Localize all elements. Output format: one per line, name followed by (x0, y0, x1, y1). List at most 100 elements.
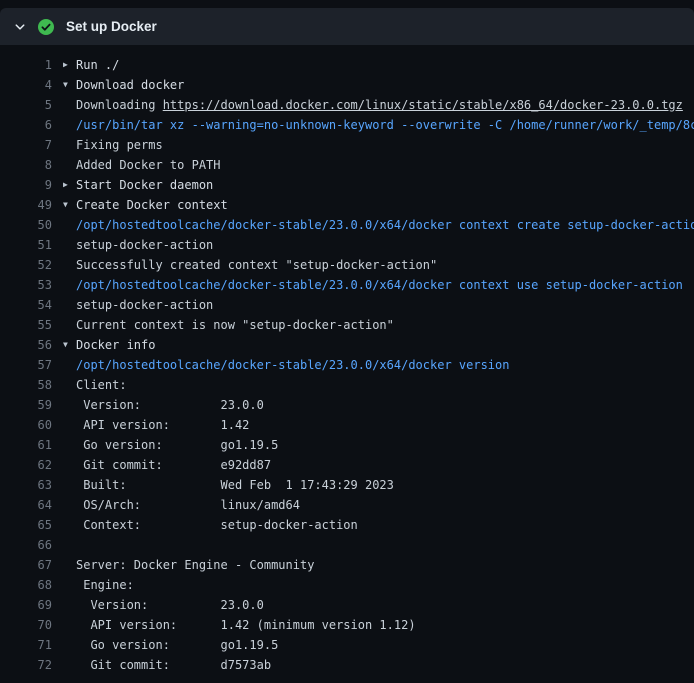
line-number[interactable]: 65 (0, 515, 52, 535)
line-number[interactable]: 61 (0, 435, 52, 455)
log-line[interactable]: 9 ▶Start Docker daemon (0, 175, 694, 195)
log-line: 70 API version: 1.42 (minimum version 1.… (0, 615, 694, 635)
line-number[interactable]: 4 (0, 75, 52, 95)
gutter-spacer (63, 95, 76, 115)
log-line[interactable]: 4 ▼Download docker (0, 75, 694, 95)
log-line: 71 Go version: go1.19.5 (0, 635, 694, 655)
log-lines: 1▶Run ./4▼Download docker5Downloading ht… (0, 45, 694, 683)
log-text: API version: 1.42 (76, 415, 249, 435)
log-text: Built: Wed Feb 1 17:43:29 2023 (76, 475, 394, 495)
line-number[interactable]: 62 (0, 455, 52, 475)
line-number[interactable]: 6 (0, 115, 52, 135)
line-number[interactable]: 63 (0, 475, 52, 495)
log-line: 7 Fixing perms (0, 135, 694, 155)
line-number[interactable]: 49 (0, 195, 52, 215)
log-text: Git commit: e92dd87 (76, 455, 271, 475)
log-group-title[interactable]: Create Docker context (76, 195, 228, 215)
line-number[interactable]: 56 (0, 335, 52, 355)
gutter-spacer (63, 155, 76, 175)
log-line: 8Added Docker to PATH (0, 155, 694, 175)
success-check-icon (38, 19, 54, 35)
line-number[interactable]: 68 (0, 575, 52, 595)
log-line: 64 OS/Arch: linux/amd64 (0, 495, 694, 515)
log-line[interactable]: 49 ▼Create Docker context (0, 195, 694, 215)
line-number[interactable]: 70 (0, 615, 52, 635)
gutter-spacer (63, 535, 76, 555)
log-line: 67Server: Docker Engine - Community (0, 555, 694, 575)
line-number[interactable]: 7 (0, 135, 52, 155)
gutter-spacer (63, 315, 76, 335)
log-line: 60 API version: 1.42 (0, 415, 694, 435)
line-number[interactable]: 58 (0, 375, 52, 395)
line-number[interactable]: 71 (0, 635, 52, 655)
line-number[interactable]: 66 (0, 535, 52, 555)
gutter-spacer (63, 115, 76, 135)
log-command: /usr/bin/tar xz --warning=no-unknown-key… (76, 115, 694, 135)
log-line: 6/usr/bin/tar xz --warning=no-unknown-ke… (0, 115, 694, 135)
log-line: 58Client: (0, 375, 694, 395)
line-number[interactable]: 9 (0, 175, 52, 195)
expand-triangle-icon[interactable]: ▶ (63, 175, 76, 195)
log-line: 72 Git commit: d7573ab (0, 655, 694, 675)
log-text: Engine: (76, 575, 134, 595)
gutter-spacer (63, 255, 76, 275)
gutter-spacer (63, 235, 76, 255)
log-line[interactable]: 56 ▼Docker info (0, 335, 694, 355)
log-text: Fixing perms (76, 135, 163, 155)
collapse-triangle-icon[interactable]: ▼ (63, 195, 76, 215)
log-line: 57/opt/hostedtoolcache/docker-stable/23.… (0, 355, 694, 375)
line-number[interactable]: 59 (0, 395, 52, 415)
line-number[interactable]: 52 (0, 255, 52, 275)
line-number[interactable]: 1 (0, 55, 52, 75)
log-text: Current context is now "setup-docker-act… (76, 315, 394, 335)
log-text: Successfully created context "setup-dock… (76, 255, 437, 275)
log-group-title[interactable]: Start Docker daemon (76, 175, 213, 195)
line-number[interactable]: 67 (0, 555, 52, 575)
log-command: /opt/hostedtoolcache/docker-stable/23.0.… (76, 355, 509, 375)
line-number[interactable]: 50 (0, 215, 52, 235)
line-number[interactable]: 64 (0, 495, 52, 515)
step-header[interactable]: Set up Docker (0, 8, 694, 45)
log-line: 62 Git commit: e92dd87 (0, 455, 694, 475)
expand-triangle-icon[interactable]: ▶ (63, 55, 76, 75)
gutter-spacer (63, 495, 76, 515)
log-group-title[interactable]: Docker info (76, 335, 155, 355)
gutter-spacer (63, 215, 76, 235)
line-number[interactable]: 5 (0, 95, 52, 115)
log-line: 68 Engine: (0, 575, 694, 595)
chevron-down-icon[interactable] (14, 21, 26, 33)
gutter-spacer (63, 475, 76, 495)
collapse-triangle-icon[interactable]: ▼ (63, 335, 76, 355)
gutter-spacer (63, 455, 76, 475)
log-text: Version: 23.0.0 (76, 395, 264, 415)
line-number[interactable]: 55 (0, 315, 52, 335)
log-group-title[interactable]: Run ./ (76, 55, 119, 75)
gutter-spacer (63, 355, 76, 375)
line-number[interactable]: 57 (0, 355, 52, 375)
log-line: 63 Built: Wed Feb 1 17:43:29 2023 (0, 475, 694, 495)
log-text: Go version: go1.19.5 (76, 435, 278, 455)
gutter-spacer (63, 295, 76, 315)
log-text: setup-docker-action (76, 235, 213, 255)
log-command: /opt/hostedtoolcache/docker-stable/23.0.… (76, 215, 694, 235)
line-number[interactable]: 53 (0, 275, 52, 295)
log-line[interactable]: 1 ▶Run ./ (0, 55, 694, 75)
log-line: 53/opt/hostedtoolcache/docker-stable/23.… (0, 275, 694, 295)
line-number[interactable]: 51 (0, 235, 52, 255)
log-line: 61 Go version: go1.19.5 (0, 435, 694, 455)
log-link[interactable]: https://download.docker.com/linux/static… (163, 98, 683, 112)
gutter-spacer (63, 635, 76, 655)
gutter-spacer (63, 135, 76, 155)
line-number[interactable]: 72 (0, 655, 52, 675)
collapse-triangle-icon[interactable]: ▼ (63, 75, 76, 95)
gutter-spacer (63, 415, 76, 435)
log-line: 50/opt/hostedtoolcache/docker-stable/23.… (0, 215, 694, 235)
log-line: 54setup-docker-action (0, 295, 694, 315)
log-text: Downloading https://download.docker.com/… (76, 95, 683, 115)
line-number[interactable]: 60 (0, 415, 52, 435)
line-number[interactable]: 54 (0, 295, 52, 315)
line-number[interactable]: 8 (0, 155, 52, 175)
log-group-title[interactable]: Download docker (76, 75, 184, 95)
log-text: Version: 23.0.0 (76, 595, 264, 615)
line-number[interactable]: 69 (0, 595, 52, 615)
